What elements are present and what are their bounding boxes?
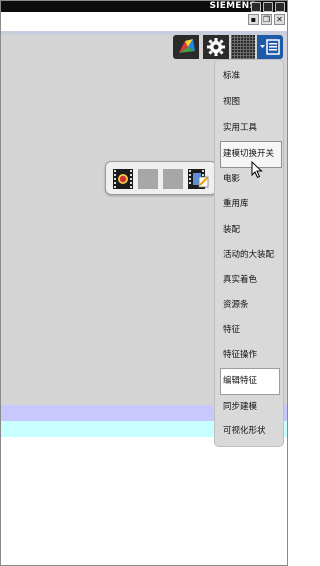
settings-button[interactable]	[203, 35, 229, 59]
movie-edit-button[interactable]	[188, 169, 209, 189]
empty-tool-slot[interactable]	[163, 169, 183, 189]
empty-tool-slot[interactable]	[138, 169, 158, 189]
top-right-toolbar	[173, 35, 283, 59]
brand-label: SIEMENS	[209, 1, 256, 11]
movie-record-button[interactable]	[113, 169, 133, 189]
document-controls: ▪ ❐ ✕	[248, 14, 285, 25]
floating-toolbar	[105, 161, 217, 195]
movie-edit-icon	[188, 169, 209, 189]
menu-item-standard[interactable]: 标准	[215, 63, 285, 90]
app-logo-icon	[179, 39, 195, 53]
doc-minimize-button[interactable]: ▪	[248, 14, 259, 25]
toolbar-dropdown-menu: 标准 视图 实用工具 建模切换开关 电影 重用库 装配 活动的大装配 真实着色 …	[214, 59, 284, 447]
menu-row: ▪ ❐ ✕	[1, 12, 287, 29]
mouse-pointer-icon	[251, 161, 263, 179]
menu-item-resource-bar[interactable]: 资源条	[215, 292, 285, 319]
toolbar-menu-button[interactable]	[257, 35, 283, 59]
menu-item-reuse-library[interactable]: 重用库	[215, 191, 285, 218]
doc-restore-button[interactable]: ❐	[261, 14, 272, 25]
menu-item-feature-operation[interactable]: 特征操作	[215, 342, 285, 369]
menu-item-assembly[interactable]: 装配	[215, 217, 285, 244]
title-bar: SIEMENS	[1, 1, 287, 12]
restore-button[interactable]	[263, 2, 273, 12]
menu-item-edit-feature[interactable]: 编辑特征	[220, 368, 280, 395]
menu-item-visual-shape[interactable]: 可视化形状	[215, 418, 285, 445]
menu-item-synchronous-modeling[interactable]: 同步建模	[215, 394, 285, 421]
gear-icon	[207, 38, 225, 56]
menu-item-view[interactable]: 视图	[215, 89, 285, 116]
menu-item-large-assembly[interactable]: 活动的大装配	[215, 242, 285, 269]
close-button[interactable]	[275, 2, 285, 12]
toolbar-menu-icon	[260, 39, 280, 55]
window-controls	[251, 2, 285, 12]
app-logo-button[interactable]	[173, 35, 199, 59]
menu-item-movie[interactable]: 电影	[215, 166, 285, 193]
doc-close-button[interactable]: ✕	[274, 14, 285, 25]
movie-record-icon	[113, 169, 133, 189]
menu-item-true-shading[interactable]: 真实着色	[215, 267, 285, 294]
menu-item-utilities[interactable]: 实用工具	[215, 115, 285, 142]
grid-button[interactable]	[231, 35, 255, 59]
minimize-button[interactable]	[251, 2, 261, 12]
menu-item-feature[interactable]: 特征	[215, 317, 285, 344]
app-window: SIEMENS ▪ ❐ ✕ 标准 视图 实用工具 建模切换开关 电影 重用库 装…	[0, 0, 288, 566]
